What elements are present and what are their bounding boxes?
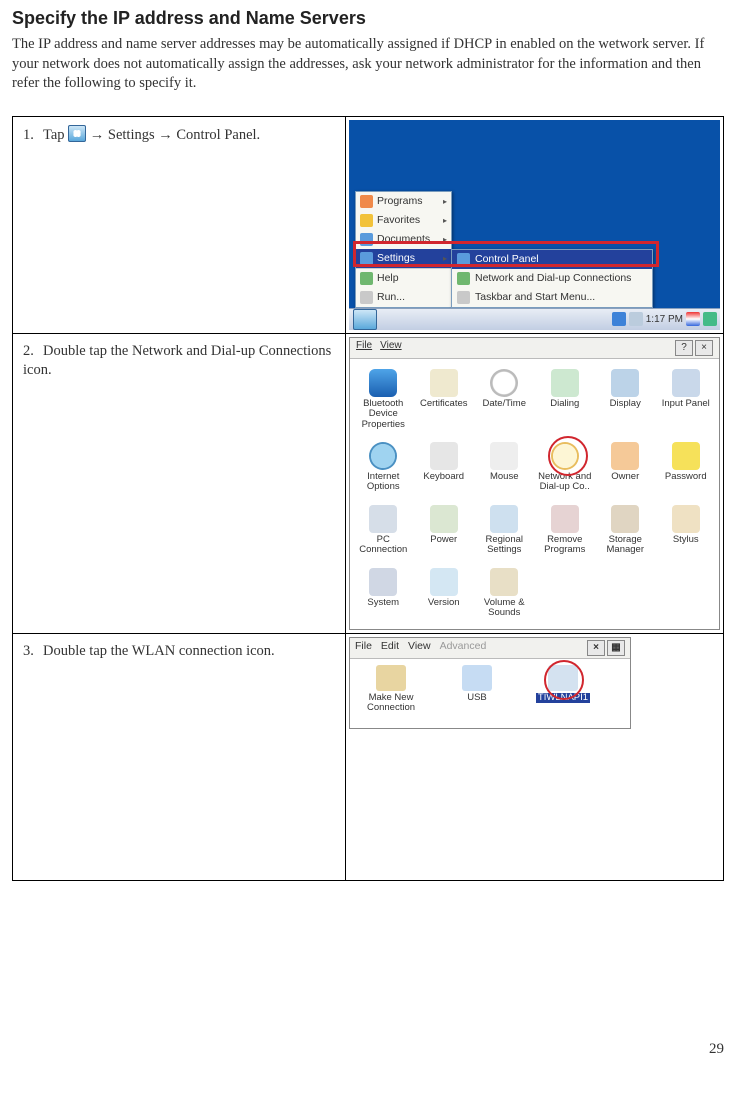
nc-menu-advanced[interactable]: Advanced xyxy=(440,640,487,656)
tray-icon[interactable] xyxy=(612,312,626,326)
start-icon xyxy=(68,125,86,142)
nc-usb[interactable]: USB xyxy=(442,665,512,714)
page-title: Specify the IP address and Name Servers xyxy=(12,8,724,29)
cp-password[interactable]: Password xyxy=(657,440,716,495)
help-button[interactable]: ? xyxy=(675,340,693,356)
cp-owner[interactable]: Owner xyxy=(596,440,655,495)
cp-display[interactable]: Display xyxy=(596,367,655,432)
step-2: 2.Double tap the Network and Dial-up Con… xyxy=(19,342,339,381)
nc-icons-row: Make New Connection USB TIWLNAPI1 xyxy=(350,659,630,728)
nc-menu-file[interactable]: File xyxy=(355,640,372,656)
cp-volume[interactable]: Volume & Sounds xyxy=(475,566,534,621)
cp-version[interactable]: Version xyxy=(415,566,474,621)
nc-wlan[interactable]: TIWLNAPI1 xyxy=(528,665,598,714)
cp-bluetooth[interactable]: Bluetooth Device Properties xyxy=(354,367,413,432)
taskbar: 1:17 PM xyxy=(349,308,720,330)
menu-settings[interactable]: Settings▸ xyxy=(356,249,451,268)
step-3: 3.Double tap the WLAN connection icon. xyxy=(19,642,339,662)
cp-menu-view[interactable]: View xyxy=(380,340,402,356)
menu-help[interactable]: Help xyxy=(356,268,451,288)
cp-mouse[interactable]: Mouse xyxy=(475,440,534,495)
step-1: 1.Tap → Settings → Control Panel. xyxy=(19,125,339,146)
control-panel-grid: Bluetooth Device Properties Certificates… xyxy=(350,359,719,629)
cp-regional[interactable]: Regional Settings xyxy=(475,503,534,558)
intro-paragraph: The IP address and name server addresses… xyxy=(12,35,724,94)
submenu-control-panel[interactable]: Control Panel xyxy=(452,250,652,269)
nc-close-button[interactable]: × xyxy=(587,640,605,656)
cp-certificates[interactable]: Certificates xyxy=(415,367,474,432)
menu-favorites[interactable]: Favorites▸ xyxy=(356,211,451,230)
submenu-network-dialup[interactable]: Network and Dial-up Connections xyxy=(452,269,652,288)
cp-system[interactable]: System xyxy=(354,566,413,621)
screenshot-control-panel: File View ? × Bluetooth Device Propertie… xyxy=(349,337,720,630)
cp-network-dialup[interactable]: Network and Dial-up Co.. xyxy=(536,440,595,495)
cp-keyboard[interactable]: Keyboard xyxy=(415,440,474,495)
nc-extra-button[interactable]: ▦ xyxy=(607,640,625,656)
tray-desktop-icon[interactable] xyxy=(703,312,717,326)
settings-submenu: Control Panel Network and Dial-up Connec… xyxy=(451,249,653,308)
close-button[interactable]: × xyxy=(695,340,713,356)
screenshot-network-connections: File Edit View Advanced × ▦ Make New Con… xyxy=(349,637,631,729)
cp-power[interactable]: Power xyxy=(415,503,474,558)
cp-menu-file[interactable]: File xyxy=(356,340,372,356)
page-number: 29 xyxy=(12,1041,724,1058)
cp-remove-programs[interactable]: Remove Programs xyxy=(536,503,595,558)
start-menu: Programs▸ Favorites▸ Documents▸ Settings… xyxy=(355,191,452,308)
cp-input-panel[interactable]: Input Panel xyxy=(657,367,716,432)
tray-icon[interactable] xyxy=(629,312,643,326)
screenshot-start-menu: Programs▸ Favorites▸ Documents▸ Settings… xyxy=(349,120,720,330)
system-tray: 1:17 PM xyxy=(612,312,720,326)
cp-dialing[interactable]: Dialing xyxy=(536,367,595,432)
menu-documents[interactable]: Documents▸ xyxy=(356,230,451,249)
nc-menu-edit[interactable]: Edit xyxy=(381,640,399,656)
taskbar-start-button[interactable] xyxy=(353,309,377,330)
submenu-taskbar[interactable]: Taskbar and Start Menu... xyxy=(452,288,652,307)
cp-stylus[interactable]: Stylus xyxy=(657,503,716,558)
nc-menu-view[interactable]: View xyxy=(408,640,431,656)
tray-flag-icon[interactable] xyxy=(686,312,700,326)
cp-pc-connection[interactable]: PC Connection xyxy=(354,503,413,558)
cp-menubar: File View ? × xyxy=(350,338,719,359)
tray-clock: 1:17 PM xyxy=(646,314,683,325)
nc-make-new[interactable]: Make New Connection xyxy=(356,665,426,714)
menu-run[interactable]: Run... xyxy=(356,288,451,307)
cp-storage[interactable]: Storage Manager xyxy=(596,503,655,558)
steps-table: 1.Tap → Settings → Control Panel. Progra… xyxy=(12,116,724,881)
cp-datetime[interactable]: Date/Time xyxy=(475,367,534,432)
cp-internet-options[interactable]: Internet Options xyxy=(354,440,413,495)
menu-programs[interactable]: Programs▸ xyxy=(356,192,451,211)
nc-menubar: File Edit View Advanced × ▦ xyxy=(350,638,630,659)
